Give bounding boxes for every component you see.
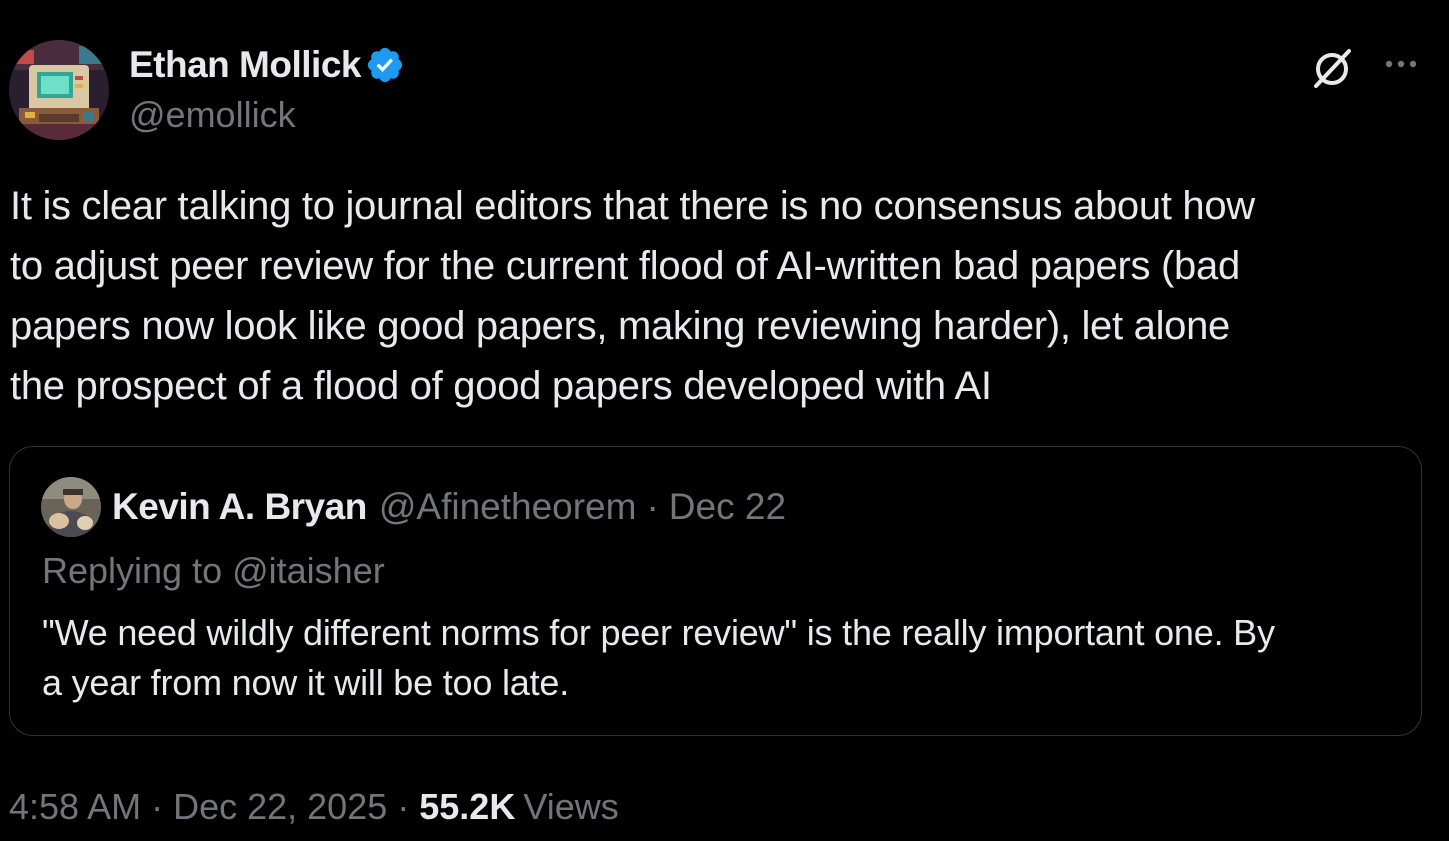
views-label: Views [523, 786, 619, 827]
avatar-photo-icon [41, 477, 101, 537]
author-avatar[interactable] [9, 40, 109, 140]
quote-text-line: "We need wildly different norms for peer… [42, 612, 1275, 653]
tweet-text: It is clear talking to journal editors t… [10, 176, 1430, 416]
author-handle[interactable]: @emollick [129, 94, 296, 136]
meta-separator: · [151, 786, 164, 827]
author-name[interactable]: Ethan Mollick [129, 44, 361, 86]
tweet-date[interactable]: Dec 22, 2025 [173, 786, 387, 828]
views-count[interactable]: 55.2K [419, 786, 515, 828]
verified-badge-icon [365, 45, 405, 85]
quote-text: "We need wildly different norms for peer… [42, 608, 1402, 708]
quote-date[interactable]: Dec 22 [669, 486, 786, 528]
quote-author-name[interactable]: Kevin A. Bryan [112, 486, 367, 528]
tweet-text-line: It is clear talking to journal editors t… [10, 184, 1255, 228]
tweet-text-line: papers now look like good papers, making… [10, 304, 1231, 348]
grok-icon [1314, 49, 1351, 88]
meta-separator: · [397, 786, 410, 827]
quote-replying-to: Replying to @itaisher [42, 550, 385, 591]
avatar-pixel-art-computer-icon [9, 40, 109, 140]
author-name-row: Ethan Mollick [129, 42, 405, 88]
tweet-time[interactable]: 4:58 AM [9, 786, 141, 828]
more-options-button[interactable] [1379, 50, 1427, 78]
quote-separator: · [646, 486, 659, 527]
more-horizontal-icon [1385, 60, 1417, 68]
tweet-meta: 4:58 AM · Dec 22, 2025 · 55.2K Views [9, 783, 619, 831]
quoted-tweet-card[interactable]: Kevin A. Bryan @Afinetheorem · Dec 22 Re… [9, 446, 1422, 736]
quote-text-line: a year from now it will be too late. [42, 662, 570, 703]
tweet-text-line: the prospect of a flood of good papers d… [10, 364, 992, 408]
quote-header: Kevin A. Bryan @Afinetheorem · Dec 22 [112, 485, 786, 529]
quote-author-handle[interactable]: @Afinetheorem [379, 486, 637, 528]
tweet-text-line: to adjust peer review for the current fl… [10, 244, 1240, 288]
grok-button[interactable] [1309, 44, 1357, 92]
quote-author-avatar[interactable] [41, 477, 101, 537]
